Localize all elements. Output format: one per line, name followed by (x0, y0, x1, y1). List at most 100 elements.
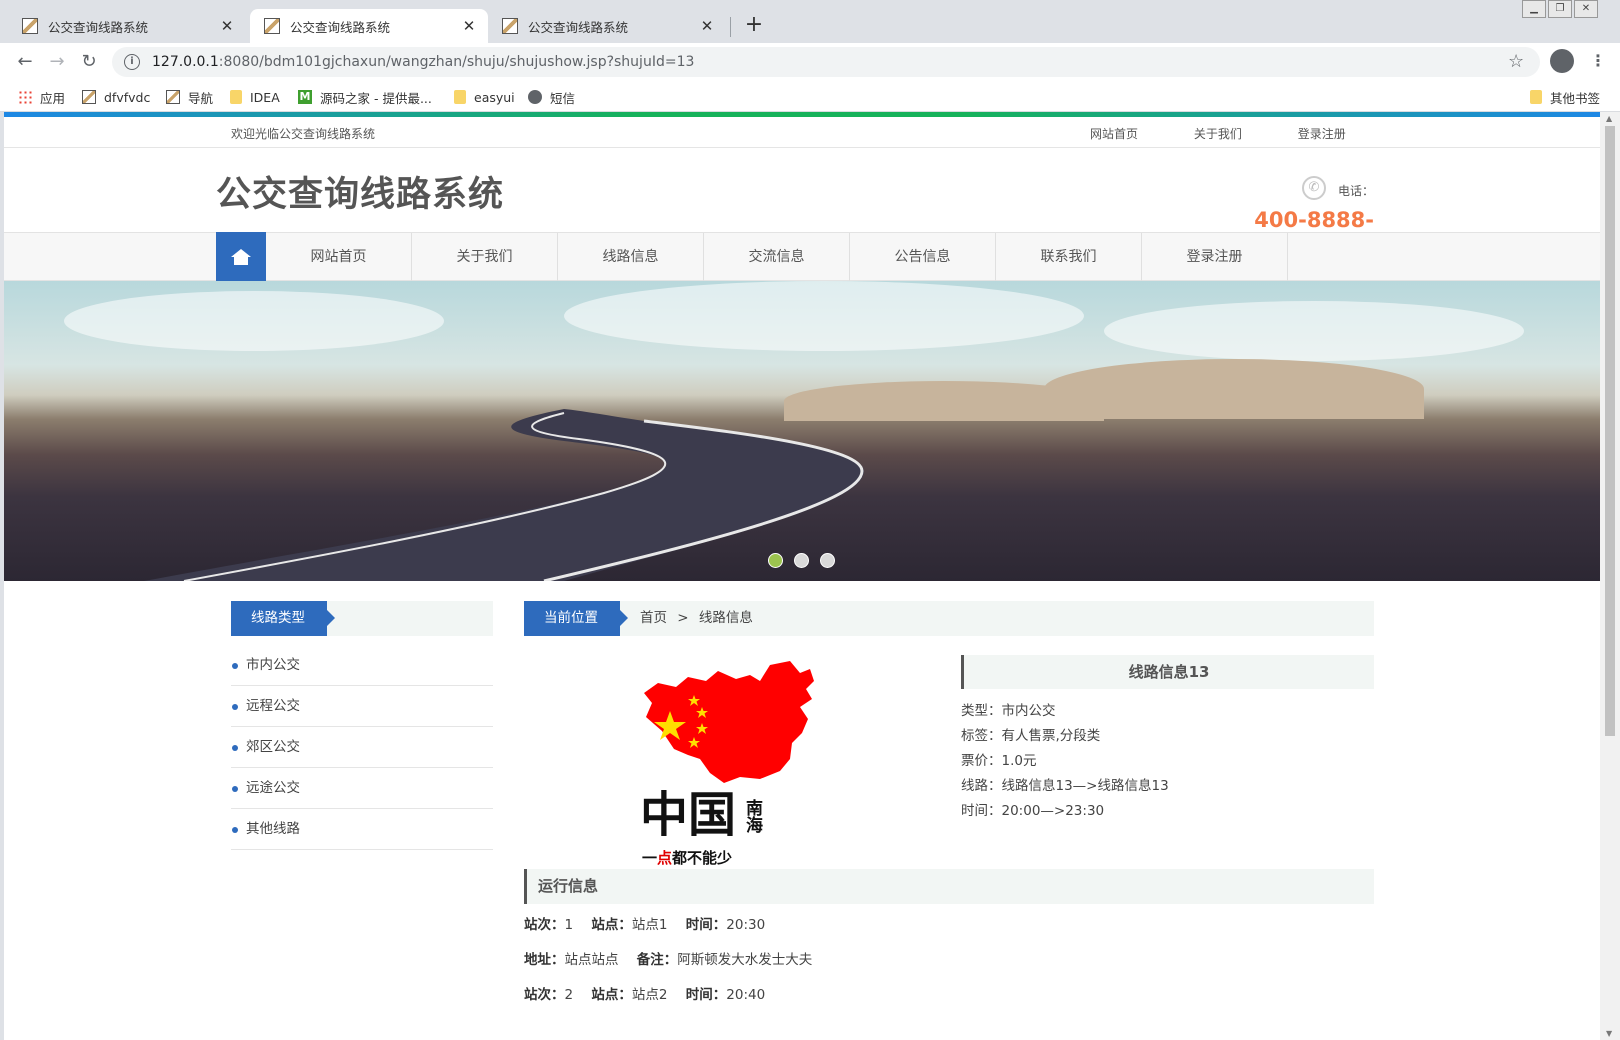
picture-side-text: 南海 (742, 798, 763, 834)
site-info-icon[interactable]: i (124, 54, 140, 70)
profile-avatar-icon[interactable] (1550, 49, 1574, 73)
folder-icon (454, 90, 466, 104)
breadcrumb-current[interactable]: 线路信息 (699, 610, 753, 626)
toplink-login[interactable]: 登录注册 (1298, 127, 1346, 141)
nav-items: 网站首页 关于我们 线路信息 交流信息 公告信息 联系我们 登录注册 (266, 233, 1288, 281)
site-topbar: 欢迎光临公交查询线路系统 网站首页 关于我们 登录注册 (4, 117, 1600, 148)
scrollbar-thumb[interactable] (1605, 126, 1615, 736)
nav-item-notices[interactable]: 公告信息 (850, 233, 996, 281)
bookmark-label: 导航 (188, 90, 214, 106)
china-map-image: 中国 南海 一点都不能少 (640, 661, 814, 867)
phone-icon: ✆ (1302, 176, 1326, 200)
globe-icon (528, 90, 542, 104)
bookmark-star-icon[interactable]: ☆ (1508, 51, 1524, 72)
tab-title: 公交查询线路系统 (290, 19, 391, 35)
route-type-list: 市内公交 远程公交 郊区公交 远途公交 其他线路 (231, 645, 493, 850)
phone-label: 电话： (1338, 184, 1375, 198)
browser-tab-3[interactable]: 公交查询线路系统 ✕ (488, 9, 726, 43)
breadcrumb-heading: 当前位置 (524, 601, 628, 636)
nav-item-contact[interactable]: 联系我们 (996, 233, 1142, 281)
scroll-up-icon[interactable]: ▲ (1606, 114, 1612, 123)
reload-icon[interactable]: ↻ (76, 49, 102, 75)
bookmark-label: 其他书签 (1550, 90, 1601, 106)
close-window-button[interactable]: ✕ (1574, 0, 1598, 18)
minimize-window-button[interactable]: ▁ (1522, 0, 1546, 18)
route-picture: 中国 南海 一点都不能少 (640, 659, 840, 869)
detail-tags: 标签：有人售票,分段类 (961, 728, 1101, 744)
bookmark-other[interactable]: 其他书签 (1530, 87, 1600, 107)
bookmark-idea[interactable]: IDEA (230, 87, 280, 107)
carousel-dot-3[interactable] (820, 553, 835, 568)
breadcrumb-path: 首页 > 线路信息 (640, 601, 753, 636)
home-icon[interactable] (216, 232, 266, 282)
bookmark-nav[interactable]: 导航 (166, 87, 213, 107)
nav-item-home[interactable]: 网站首页 (266, 233, 412, 281)
bookmark-label: easyui (474, 89, 515, 105)
detail-fare: 票价：1.0元 (961, 753, 1037, 769)
bookmark-dfvfvdc[interactable]: dfvfvdc (82, 87, 150, 107)
folder-icon (1530, 90, 1542, 104)
image-icon (166, 90, 180, 104)
bookmark-sms[interactable]: 短信 (528, 87, 575, 107)
sidebar-item-suburb-bus[interactable]: 郊区公交 (231, 727, 493, 768)
picture-slogan: 一点都不能少 (642, 849, 732, 867)
browser-tabstrip: 公交查询线路系统 ✕ 公交查询线路系统 ✕ 公交查询线路系统 ✕ + ▁ ❐ ✕ (0, 0, 1620, 43)
toplink-about[interactable]: 关于我们 (1194, 127, 1242, 141)
hero-banner (4, 281, 1600, 581)
run-row-3: 站次：2 站点：站点2 时间：20:40 (524, 987, 766, 1003)
site-favicon-icon (264, 18, 280, 34)
route-detail-list: 类型：市内公交 标签：有人售票,分段类 票价：1.0元 线路：线路信息13—>线… (961, 699, 1169, 824)
url-path: :8080/bdm101gjchaxun/wangzhan/shuju/shuj… (218, 54, 695, 70)
bookmark-label: 短信 (550, 90, 576, 106)
sidebar-item-long-bus[interactable]: 远程公交 (231, 686, 493, 727)
back-arrow-icon[interactable]: ← (12, 49, 38, 75)
sidebar-header: 线路类型 (231, 601, 493, 636)
address-bar[interactable]: i 127.0.0.1:8080/bdm101gjchaxun/wangzhan… (112, 47, 1540, 77)
carousel-dot-1[interactable] (768, 553, 783, 568)
restore-window-button[interactable]: ❐ (1548, 0, 1572, 18)
browser-tab-2[interactable]: 公交查询线路系统 ✕ (250, 9, 488, 43)
new-tab-button[interactable]: + (740, 11, 768, 39)
close-tab-icon[interactable]: ✕ (460, 17, 478, 35)
browser-menu-icon[interactable]: ⋮ (1590, 51, 1606, 70)
browser-toolbar: ← → ↻ i 127.0.0.1:8080/bdm101gjchaxun/wa… (0, 43, 1620, 81)
carousel-dots (768, 553, 846, 568)
browser-tab-1[interactable]: 公交查询线路系统 ✕ (8, 9, 246, 43)
bookmark-easyui[interactable]: easyui (454, 87, 515, 107)
nav-item-about[interactable]: 关于我们 (412, 233, 558, 281)
toplink-home[interactable]: 网站首页 (1090, 127, 1138, 141)
apps-icon (18, 90, 32, 104)
bookmark-label: IDEA (250, 89, 280, 105)
content-area: 线路类型 市内公交 远程公交 郊区公交 远途公交 其他线路 当前位置 首页 > … (4, 581, 1600, 1040)
welcome-text: 欢迎光临公交查询线路系统 (231, 127, 376, 141)
scroll-down-icon[interactable]: ▼ (1606, 1029, 1612, 1038)
site-favicon-icon (502, 18, 518, 34)
bookmarks-bar: 应用 dfvfvdc 导航 IDEA M 源码之家 - 提供最... easyui… (0, 81, 1620, 112)
detail-type: 类型：市内公交 (961, 703, 1056, 719)
bookmark-yuanma[interactable]: M 源码之家 - 提供最... (298, 87, 432, 107)
sidebar-item-other-routes[interactable]: 其他线路 (231, 809, 493, 850)
detail-time: 时间：20:00—>23:30 (961, 803, 1105, 819)
tab-title: 公交查询线路系统 (528, 19, 629, 35)
sidebar-item-city-bus[interactable]: 市内公交 (231, 645, 493, 686)
forward-arrow-icon[interactable]: → (44, 49, 70, 75)
detail-route: 线路：线路信息13—>线路信息13 (961, 778, 1169, 794)
site-title[interactable]: 公交查询线路系统 (216, 166, 504, 217)
top-links: 网站首页 关于我们 登录注册 (1090, 125, 1398, 142)
site-header: 公交查询线路系统 ✆ 电话： 400-8888-8888 (4, 148, 1600, 256)
nav-item-exchange[interactable]: 交流信息 (704, 233, 850, 281)
page-scrollbar[interactable]: ▲ ▼ (1600, 112, 1620, 1040)
sidebar-item-distant-bus[interactable]: 远途公交 (231, 768, 493, 809)
bookmark-apps[interactable]: 应用 (18, 87, 65, 107)
nav-item-routes[interactable]: 线路信息 (558, 233, 704, 281)
run-row-1: 站次：1 站点：站点1 时间：20:30 (524, 917, 766, 933)
main-nav: 网站首页 关于我们 线路信息 交流信息 公告信息 联系我们 登录注册 (4, 232, 1600, 282)
url-host: 127.0.0.1 (152, 54, 219, 70)
close-tab-icon[interactable]: ✕ (698, 17, 716, 35)
nav-item-login[interactable]: 登录注册 (1142, 233, 1288, 281)
m-icon: M (298, 90, 312, 104)
carousel-dot-2[interactable] (794, 553, 809, 568)
run-row-2: 地址：站点站点 备注：阿斯顿发大水发士大夫 (524, 952, 813, 968)
breadcrumb-home[interactable]: 首页 (640, 610, 667, 626)
close-tab-icon[interactable]: ✕ (218, 17, 236, 35)
